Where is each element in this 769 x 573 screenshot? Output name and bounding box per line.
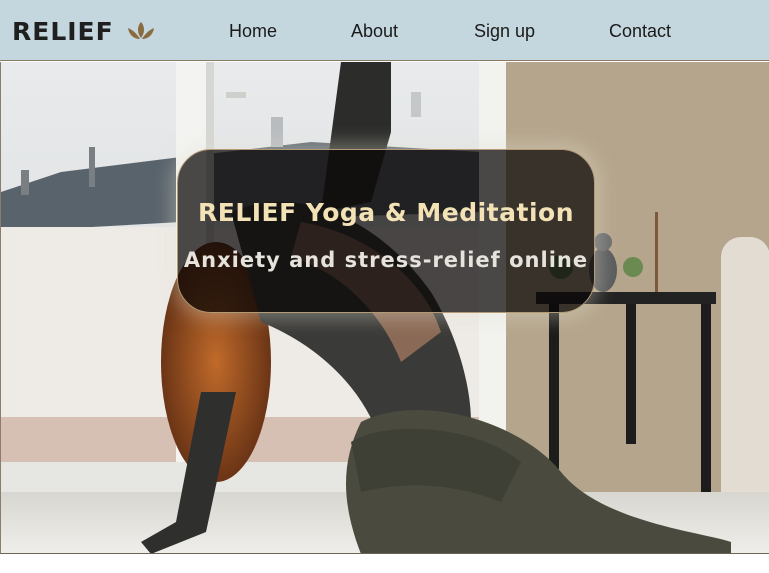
hero-subtitle: Anxiety and stress-relief online bbox=[183, 248, 589, 272]
hero-title: RELIEF Yoga & Meditation bbox=[198, 198, 574, 227]
nav-about-link[interactable]: About bbox=[351, 21, 398, 42]
nav-signup-link[interactable]: Sign up bbox=[474, 21, 535, 42]
hero-title-card: RELIEF Yoga & Meditation Anxiety and str… bbox=[177, 149, 595, 313]
page: RELIEF Home About Sign up Contact RELIEF… bbox=[0, 0, 769, 573]
top-navbar: RELIEF Home About Sign up Contact bbox=[0, 0, 769, 61]
nav-home-link[interactable]: Home bbox=[229, 21, 277, 42]
hero-section: RELIEF Yoga & Meditation Anxiety and str… bbox=[0, 62, 769, 554]
brand-name: RELIEF bbox=[12, 16, 114, 46]
brand-logo[interactable]: RELIEF bbox=[12, 14, 156, 48]
lotus-icon bbox=[127, 22, 154, 39]
nav-contact-link[interactable]: Contact bbox=[609, 21, 671, 42]
